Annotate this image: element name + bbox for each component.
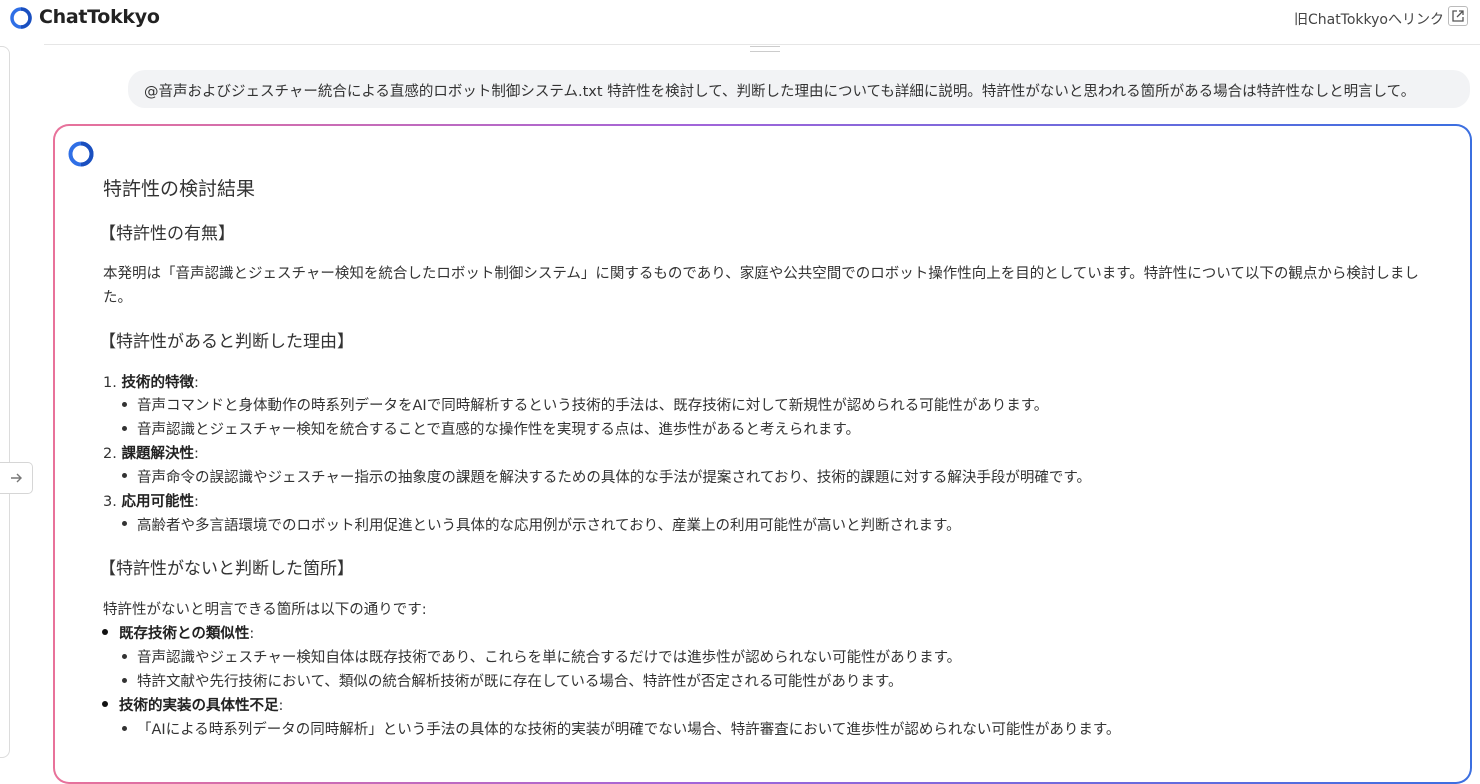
- chattokkyo-logo-icon[interactable]: [10, 7, 32, 29]
- reason-bullet: 音声コマンドと身体動作の時系列データをAIで同時解析するという技術的手法は、既存…: [137, 398, 1049, 414]
- bullet-dot: [122, 402, 127, 407]
- reason-title: 応用可能性: [121, 494, 194, 510]
- issue-title: 既存技術との類似性: [119, 626, 250, 642]
- assistant-avatar-icon: [68, 141, 94, 167]
- reason-item-3: 3. 応用可能性:: [103, 494, 199, 510]
- user-message-text: @音声およびジェスチャー統合による直感的ロボット制御システム.txt 特許性を検…: [144, 84, 1416, 100]
- bullet-dot: [102, 701, 108, 707]
- section-heading-patentability: 【特許性の有無】: [99, 224, 235, 244]
- header-divider: [44, 44, 1480, 45]
- bullet-dot: [122, 726, 127, 731]
- reason-title: 技術的特徴: [121, 375, 194, 391]
- section-heading-no-patentability: 【特許性がないと判断した箇所】: [99, 559, 354, 579]
- bullet-dot: [122, 521, 127, 526]
- bullet-dot: [122, 678, 127, 683]
- bullet-dot: [122, 473, 127, 478]
- reason-item-2: 2. 課題解決性:: [103, 446, 199, 462]
- arrow-right-icon: [11, 473, 22, 483]
- reason-bullet: 音声命令の誤認識やジェスチャー指示の抽象度の課題を解決するための具体的な手法が提…: [137, 470, 1091, 486]
- issue-bullet: 特許文献や先行技術において、類似の統合解析技術が既に存在している場合、特許性が否…: [137, 674, 903, 690]
- reason-item-1: 1. 技術的特徴:: [103, 375, 199, 391]
- answer-title: 特許性の検討結果: [103, 178, 256, 200]
- issue-bullet: 音声認識やジェスチャー検知自体は既存技術であり、これらを単に統合するだけでは進歩…: [137, 650, 962, 666]
- section-heading-reasons: 【特許性があると判断した理由】: [99, 332, 354, 352]
- reason-title: 課題解決性: [121, 446, 194, 462]
- bullet-dot: [102, 629, 108, 635]
- answer-card-body: 特許性の検討結果 【特許性の有無】 本発明は「音声認識とジェスチャー検知を統合し…: [55, 126, 1470, 782]
- intro-text-line2: た。: [103, 290, 132, 306]
- resize-handle[interactable]: [750, 46, 780, 52]
- external-link-icon: [1452, 10, 1464, 22]
- reason-bullet: 高齢者や多言語環境でのロボット利用促進という具体的な応用例が示されており、産業上…: [137, 518, 961, 534]
- issue-title: 技術的実装の具体性不足: [119, 698, 279, 714]
- answer-card: 特許性の検討結果 【特許性の有無】 本発明は「音声認識とジェスチャー検知を統合し…: [53, 124, 1472, 784]
- reason-number: 2.: [103, 446, 117, 462]
- reason-number: 1.: [103, 375, 117, 391]
- issue-bullet: 「AIによる時系列データの同時解析」という手法の具体的な技術的実装が明確でない場…: [137, 722, 1121, 738]
- app-header: ChatTokkyo 旧ChatTokkyoへリンク: [0, 0, 1480, 36]
- bullet-dot: [122, 654, 127, 659]
- external-link-button[interactable]: [1448, 6, 1468, 26]
- reason-bullet: 音声認識とジェスチャー検知を統合することで直感的な操作性を実現する点は、進歩性が…: [137, 422, 860, 438]
- intro-text-line1: 本発明は「音声認識とジェスチャー検知を統合したロボット制御システム」に関するもの…: [103, 266, 1419, 282]
- issue-item-2: 技術的実装の具体性不足:: [119, 698, 284, 714]
- no-patentability-intro: 特許性がないと明言できる箇所は以下の通りです:: [103, 602, 427, 618]
- brand-name[interactable]: ChatTokkyo: [39, 6, 160, 28]
- issue-item-1: 既存技術との類似性:: [119, 626, 255, 642]
- sidebar-rail: [0, 46, 10, 758]
- user-message-bubble: @音声およびジェスチャー統合による直感的ロボット制御システム.txt 特許性を検…: [128, 70, 1470, 108]
- bullet-dot: [122, 426, 127, 431]
- old-chattokkyo-link[interactable]: 旧ChatTokkyoへリンク: [1294, 9, 1444, 29]
- reason-number: 3.: [103, 494, 117, 510]
- expand-sidebar-button[interactable]: [0, 462, 33, 494]
